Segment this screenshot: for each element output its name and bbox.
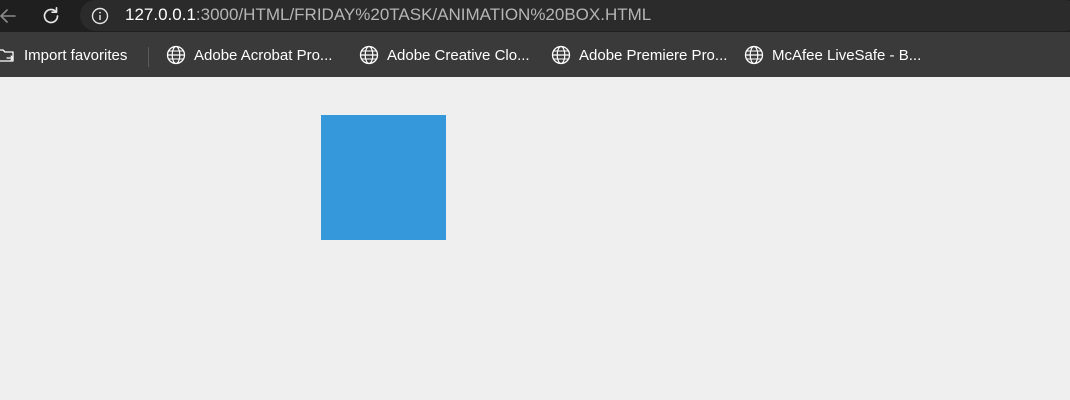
bookmark-mcafee-livesafe[interactable]: McAfee LiveSafe - B... — [744, 44, 921, 66]
url-path: :3000/HTML/FRIDAY%20TASK/ANIMATION%20BOX… — [195, 5, 652, 24]
bookmarks-bar: Import favorites Adobe Acrobat Pro... Ad… — [0, 32, 1070, 77]
site-info-icon[interactable] — [90, 6, 110, 26]
refresh-button[interactable] — [37, 2, 65, 30]
refresh-icon — [43, 6, 59, 24]
globe-icon — [359, 45, 379, 65]
page-content — [0, 77, 1070, 400]
bookmark-label: McAfee LiveSafe - B... — [772, 46, 922, 64]
import-favorites-label: Import favorites — [24, 46, 128, 64]
globe-icon — [551, 45, 571, 65]
globe-icon — [744, 45, 764, 65]
url-host: 127.0.0.1 — [125, 5, 196, 24]
bookmark-label: Adobe Acrobat Pro... — [194, 46, 333, 64]
navigation-bar: 127.0.0.1:3000/HTML/FRIDAY%20TASK/ANIMAT… — [0, 0, 1070, 32]
bookmark-label: Adobe Premiere Pro... — [579, 46, 728, 64]
back-button[interactable] — [0, 2, 22, 30]
import-favorites-button[interactable]: Import favorites — [0, 44, 127, 66]
address-bar[interactable]: 127.0.0.1:3000/HTML/FRIDAY%20TASK/ANIMAT… — [80, 0, 1070, 31]
globe-icon — [166, 45, 186, 65]
bookmark-adobe-acrobat[interactable]: Adobe Acrobat Pro... — [166, 44, 332, 66]
bookmark-adobe-premiere[interactable]: Adobe Premiere Pro... — [551, 44, 727, 66]
bookmarks-divider — [148, 47, 149, 67]
url-text[interactable]: 127.0.0.1:3000/HTML/FRIDAY%20TASK/ANIMAT… — [125, 5, 651, 25]
bookmark-adobe-creative-cloud[interactable]: Adobe Creative Clo... — [359, 44, 530, 66]
browser-window: 127.0.0.1:3000/HTML/FRIDAY%20TASK/ANIMAT… — [0, 0, 1070, 400]
back-arrow-icon — [0, 9, 16, 23]
bookmark-label: Adobe Creative Clo... — [387, 46, 530, 64]
import-folder-icon — [0, 45, 16, 65]
animation-box — [321, 115, 446, 240]
